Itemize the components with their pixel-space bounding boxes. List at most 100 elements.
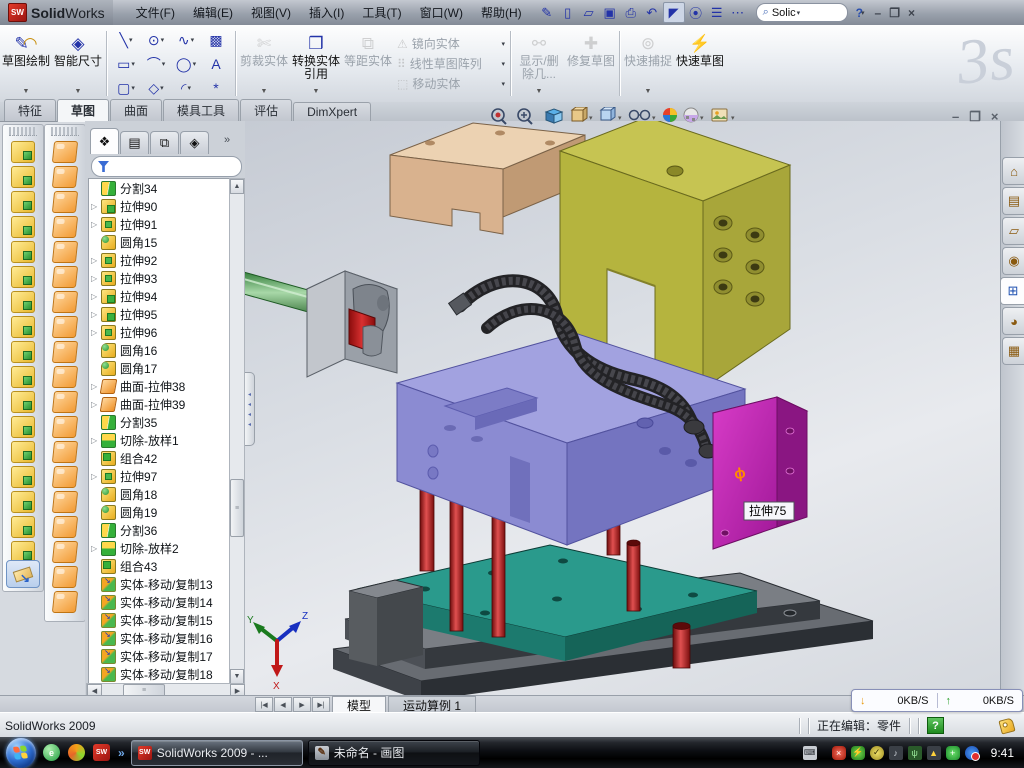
rapid-sketch-button[interactable]: ⚡ 快速草图 bbox=[675, 27, 725, 100]
tree-item[interactable]: ▷ 实体-移动/复制17 bbox=[89, 647, 230, 665]
doc-restore-button[interactable]: ❐ bbox=[969, 109, 981, 125]
move-copy[interactable] bbox=[11, 441, 35, 463]
part-side-core-block[interactable]: ϕ bbox=[713, 397, 807, 549]
appearances-scenes-tab[interactable]: ◕ bbox=[1002, 307, 1024, 335]
taskbar-window-button[interactable]: ✎ 未命名 - 画图 bbox=[308, 740, 480, 766]
line[interactable]: ╲▾ bbox=[112, 29, 140, 51]
lofted-surface[interactable] bbox=[52, 216, 78, 238]
graphics-viewport[interactable]: ϕ 拉伸75 Y Z X bbox=[245, 121, 1000, 695]
menu-item[interactable]: 插入(I) bbox=[300, 1, 353, 24]
hole-wizard[interactable] bbox=[11, 291, 35, 313]
tree-item[interactable]: ▷ 拉伸93 bbox=[89, 269, 230, 287]
knit-surface[interactable] bbox=[52, 341, 78, 363]
reference-geometry[interactable] bbox=[11, 466, 35, 488]
pin-toolbar[interactable]: ✎ bbox=[537, 3, 557, 22]
boundary-surface[interactable] bbox=[52, 241, 78, 263]
ribbon-tab[interactable]: DimXpert bbox=[293, 102, 371, 121]
swept-boss[interactable] bbox=[11, 216, 35, 238]
part-carrier-block[interactable] bbox=[307, 271, 397, 377]
chevron-down-icon[interactable]: ▼ bbox=[75, 85, 82, 100]
first-tab-button[interactable]: |◀ bbox=[255, 697, 273, 712]
swept-surface[interactable] bbox=[52, 141, 78, 163]
mid-surface[interactable] bbox=[52, 541, 78, 563]
slot[interactable]: ▢▾ bbox=[112, 77, 140, 99]
realview-icon[interactable] bbox=[712, 109, 727, 121]
part-clamp-block[interactable] bbox=[349, 580, 423, 666]
planar-surface[interactable] bbox=[52, 291, 78, 313]
expand-arrow-icon[interactable]: ▷ bbox=[91, 544, 101, 553]
spline[interactable]: ∿▾ bbox=[172, 29, 200, 51]
tree-item[interactable]: ▷ 组合42 bbox=[89, 449, 230, 467]
tree-item[interactable]: ▷ 圆角17 bbox=[89, 359, 230, 377]
linear-pattern[interactable] bbox=[11, 316, 35, 338]
menu-item[interactable]: 工具(T) bbox=[353, 1, 410, 24]
expand-arrow-icon[interactable]: ▷ bbox=[91, 274, 101, 283]
design-library-tab[interactable]: ▤ bbox=[1002, 187, 1024, 215]
start-button[interactable] bbox=[6, 738, 36, 768]
ruled-surface[interactable] bbox=[52, 166, 78, 188]
ribbon-tab[interactable]: 评估 bbox=[240, 99, 292, 121]
extruded-surface[interactable] bbox=[52, 191, 78, 213]
next-tab-button[interactable]: ▶ bbox=[293, 697, 311, 712]
menu-item[interactable]: 窗口(W) bbox=[411, 1, 472, 24]
menu-item[interactable]: 帮助(H) bbox=[472, 1, 531, 24]
display-style-icon[interactable] bbox=[601, 107, 615, 120]
ellipse[interactable]: ◯▾ bbox=[172, 53, 200, 75]
section-view-icon[interactable] bbox=[546, 109, 562, 123]
open-file[interactable]: ▱ bbox=[579, 3, 599, 22]
design-tree-tab[interactable]: ❖ bbox=[90, 128, 119, 154]
lofted-boss[interactable] bbox=[11, 241, 35, 263]
restore-button[interactable]: ❐ bbox=[889, 6, 900, 20]
tree-item[interactable]: ▷ 实体-移动/复制14 bbox=[89, 593, 230, 611]
tree-item[interactable]: ▷ 圆角16 bbox=[89, 341, 230, 359]
last-tab-button[interactable]: ▶| bbox=[312, 697, 330, 712]
tree-item[interactable]: ▷ 拉伸96 bbox=[89, 323, 230, 341]
tree-item[interactable]: ▷ 拉伸91 bbox=[89, 215, 230, 233]
tree-filter-input[interactable] bbox=[91, 156, 242, 177]
tree-item[interactable]: ▷ 拉伸92 bbox=[89, 251, 230, 269]
tree-item[interactable]: ▷ 拉伸95 bbox=[89, 305, 230, 323]
expand-arrow-icon[interactable]: ▷ bbox=[91, 310, 101, 319]
scroll-down-arrow[interactable]: ▼ bbox=[230, 669, 244, 684]
tree-item[interactable]: ▷ 实体-移动/复制15 bbox=[89, 611, 230, 629]
tree-item[interactable]: ▷ 切除-放样1 bbox=[89, 431, 230, 449]
rectangle[interactable]: ▭▾ bbox=[112, 53, 140, 75]
smart-dimension-button[interactable]: ◈ 智能尺寸 ▼ bbox=[53, 27, 103, 100]
doc-minimize-button[interactable]: – bbox=[952, 109, 959, 125]
reference-geometry[interactable] bbox=[52, 566, 78, 588]
tree-item[interactable]: ▷ 分割34 bbox=[89, 179, 230, 197]
zoom-area-icon[interactable] bbox=[518, 109, 532, 124]
file-explorer-tab[interactable]: ▱ bbox=[1002, 217, 1024, 245]
ribbon-tab[interactable]: 模具工具 bbox=[163, 99, 239, 121]
tray-security-alert[interactable]: × bbox=[832, 746, 846, 760]
close-button[interactable]: × bbox=[908, 6, 915, 20]
menu-item[interactable]: 文件(F) bbox=[127, 1, 184, 24]
expand-arrow-icon[interactable]: ▷ bbox=[91, 472, 101, 481]
arc[interactable]: ⌒▾ bbox=[142, 53, 170, 75]
tree-item[interactable]: ▷ 圆角15 bbox=[89, 233, 230, 251]
save-file[interactable]: ▣ bbox=[600, 3, 620, 22]
minimize-button[interactable]: – bbox=[875, 6, 882, 20]
scrollbar-thumb[interactable]: ≡ bbox=[230, 479, 244, 537]
panel-splitter-handle[interactable]: ◂◂◂◂ bbox=[245, 372, 255, 446]
view-orientation-icon[interactable] bbox=[572, 107, 587, 121]
tree-item[interactable]: ▷ 分割36 bbox=[89, 521, 230, 539]
prev-tab-button[interactable]: ◀ bbox=[274, 697, 292, 712]
expand-arrow-icon[interactable]: ▷ bbox=[91, 292, 101, 301]
expand-arrow-icon[interactable]: ▷ bbox=[91, 202, 101, 211]
selection-box[interactable]: ▩ bbox=[202, 29, 230, 51]
viewport-3d-model[interactable]: ϕ 拉伸75 Y Z X bbox=[245, 121, 1000, 695]
extend-surface[interactable] bbox=[52, 391, 78, 413]
select-arrow[interactable]: ◤ bbox=[663, 2, 685, 23]
chevron-down-icon[interactable]: ▾ bbox=[797, 9, 801, 17]
print[interactable]: ⎙ bbox=[621, 3, 641, 22]
shell[interactable] bbox=[11, 341, 35, 363]
tree-item[interactable]: ▷ 拉伸90 bbox=[89, 197, 230, 215]
help-dropdown-icon[interactable]: ▾ bbox=[861, 9, 865, 17]
fillet-surface[interactable] bbox=[52, 491, 78, 513]
undo[interactable]: ↶ bbox=[642, 3, 662, 22]
tray-sync[interactable] bbox=[965, 746, 979, 760]
delete-face[interactable] bbox=[52, 441, 78, 463]
quick-launch-overflow[interactable]: » bbox=[118, 746, 125, 760]
quick-launch-messenger[interactable]: e bbox=[43, 744, 60, 761]
